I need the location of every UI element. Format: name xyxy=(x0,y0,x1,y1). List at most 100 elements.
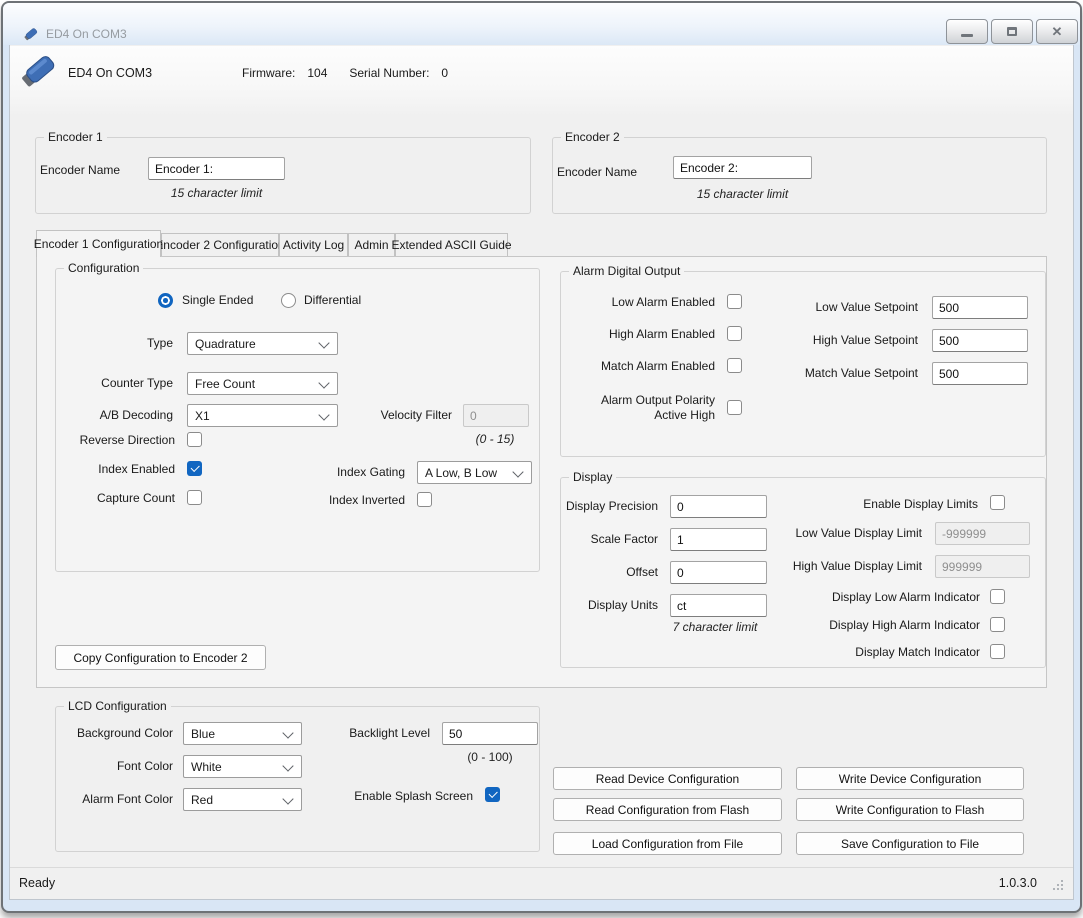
title-bar[interactable]: ED4 On COM3 xyxy=(3,3,1080,45)
close-button[interactable]: ✕ xyxy=(1036,19,1078,44)
low-setpoint-input[interactable] xyxy=(932,296,1028,319)
counter-type-value: Free Count xyxy=(195,377,255,391)
index-gating-value: A Low, B Low xyxy=(425,466,497,480)
velocity-filter-input xyxy=(463,404,529,427)
display-precision-label: Display Precision xyxy=(560,499,658,514)
tab-admin[interactable]: Admin xyxy=(348,233,395,256)
alarm-font-color-value: Red xyxy=(191,793,213,807)
write-device-configuration-button[interactable]: Write Device Configuration xyxy=(796,767,1024,790)
single-ended-label: Single Ended xyxy=(182,293,253,308)
index-gating-label: Index Gating xyxy=(310,465,405,480)
minimize-icon xyxy=(961,34,973,37)
encoder1-limit-note: 15 character limit xyxy=(148,186,285,200)
display-low-indicator-checkbox[interactable] xyxy=(990,589,1005,604)
display-high-indicator-label: Display High Alarm Indicator xyxy=(800,618,980,633)
capture-count-checkbox[interactable] xyxy=(187,490,202,505)
lcd-configuration-group-title: LCD Configuration xyxy=(64,699,171,714)
chevron-down-icon xyxy=(512,466,523,477)
encoder2-name-input[interactable] xyxy=(673,156,812,179)
minimize-button[interactable] xyxy=(946,19,988,44)
save-configuration-to-file-button[interactable]: Save Configuration to File xyxy=(796,832,1024,855)
header xyxy=(10,46,1073,116)
velocity-filter-label: Velocity Filter xyxy=(340,408,452,423)
low-setpoint-label: Low Value Setpoint xyxy=(770,300,918,315)
counter-type-select[interactable]: Free Count xyxy=(187,372,338,395)
type-select[interactable]: Quadrature xyxy=(187,332,338,355)
ab-decoding-value: X1 xyxy=(195,409,210,423)
display-low-indicator-label: Display Low Alarm Indicator xyxy=(800,590,980,605)
display-units-input[interactable] xyxy=(670,594,767,617)
match-setpoint-label: Match Value Setpoint xyxy=(770,366,918,381)
firmware-label: Firmware: xyxy=(242,66,295,80)
high-display-limit-input xyxy=(935,555,1030,578)
device-icon xyxy=(20,52,58,90)
offset-input[interactable] xyxy=(670,561,767,584)
font-color-label: Font Color xyxy=(60,759,173,774)
tab-encoder1-configuration[interactable]: Encoder 1 Configuration xyxy=(36,230,161,257)
enable-splash-checkbox[interactable] xyxy=(485,787,500,802)
serial-label: Serial Number: xyxy=(349,66,429,80)
status-bar: Ready 1.0.3.0 xyxy=(10,867,1073,899)
backlight-level-input[interactable] xyxy=(442,722,538,745)
chevron-down-icon xyxy=(282,760,293,771)
reverse-direction-checkbox[interactable] xyxy=(187,432,202,447)
firmware-value: 104 xyxy=(307,66,327,80)
tab-activity-log[interactable]: Activity Log xyxy=(279,233,348,256)
scale-factor-input[interactable] xyxy=(670,528,767,551)
display-precision-input[interactable] xyxy=(670,495,767,518)
display-match-indicator-label: Display Match Indicator xyxy=(800,645,980,660)
alarm-polarity-label: Alarm Output PolarityActive High xyxy=(570,393,715,423)
window-title: ED4 On COM3 xyxy=(46,27,127,41)
display-units-note: 7 character limit xyxy=(660,620,770,634)
alarm-polarity-checkbox[interactable] xyxy=(727,400,742,415)
type-value: Quadrature xyxy=(195,337,256,351)
match-alarm-enabled-label: Match Alarm Enabled xyxy=(570,359,715,374)
copy-configuration-button[interactable]: Copy Configuration to Encoder 2 xyxy=(55,645,266,670)
differential-radio[interactable] xyxy=(281,293,296,308)
background-color-value: Blue xyxy=(191,727,215,741)
encoder2-name-label: Encoder Name xyxy=(557,165,637,180)
backlight-level-label: Backlight Level xyxy=(330,726,430,741)
encoder2-limit-note: 15 character limit xyxy=(673,187,812,201)
low-display-limit-input xyxy=(935,522,1030,545)
enable-splash-label: Enable Splash Screen xyxy=(340,789,473,804)
high-setpoint-label: High Value Setpoint xyxy=(770,333,918,348)
load-configuration-from-file-button[interactable]: Load Configuration from File xyxy=(553,832,782,855)
version-text: 1.0.3.0 xyxy=(999,876,1037,890)
alarm-font-color-select[interactable]: Red xyxy=(183,788,302,811)
counter-type-label: Counter Type xyxy=(60,376,173,391)
scale-factor-label: Scale Factor xyxy=(560,532,658,547)
write-configuration-to-flash-button[interactable]: Write Configuration to Flash xyxy=(796,798,1024,821)
single-ended-radio[interactable] xyxy=(158,293,173,308)
display-match-indicator-checkbox[interactable] xyxy=(990,644,1005,659)
match-setpoint-input[interactable] xyxy=(932,362,1028,385)
high-alarm-enabled-checkbox[interactable] xyxy=(727,326,742,341)
high-display-limit-label: High Value Display Limit xyxy=(770,559,922,574)
ab-decoding-label: A/B Decoding xyxy=(60,408,173,423)
enable-display-limits-checkbox[interactable] xyxy=(990,495,1005,510)
tab-encoder2-configuration[interactable]: Encoder 2 Configuration xyxy=(161,233,279,256)
index-inverted-checkbox[interactable] xyxy=(417,492,432,507)
low-alarm-enabled-checkbox[interactable] xyxy=(727,294,742,309)
encoder2-group-title: Encoder 2 xyxy=(561,130,624,145)
ab-decoding-select[interactable]: X1 xyxy=(187,404,338,427)
low-display-limit-label: Low Value Display Limit xyxy=(770,526,922,541)
maximize-button[interactable] xyxy=(991,19,1033,44)
high-setpoint-input[interactable] xyxy=(932,329,1028,352)
close-icon: ✕ xyxy=(1052,25,1063,38)
differential-label: Differential xyxy=(304,293,361,308)
index-gating-select[interactable]: A Low, B Low xyxy=(417,461,532,484)
encoder1-name-input[interactable] xyxy=(148,157,285,180)
offset-label: Offset xyxy=(560,565,658,580)
read-device-configuration-button[interactable]: Read Device Configuration xyxy=(553,767,782,790)
tab-extended-ascii-guide[interactable]: Extended ASCII Guide xyxy=(395,233,508,256)
resize-grip-icon[interactable] xyxy=(1051,880,1063,892)
chevron-down-icon xyxy=(282,793,293,804)
background-color-select[interactable]: Blue xyxy=(183,722,302,745)
chevron-down-icon xyxy=(282,727,293,738)
index-enabled-checkbox[interactable] xyxy=(187,461,202,476)
display-high-indicator-checkbox[interactable] xyxy=(990,617,1005,632)
font-color-select[interactable]: White xyxy=(183,755,302,778)
read-configuration-from-flash-button[interactable]: Read Configuration from Flash xyxy=(553,798,782,821)
match-alarm-enabled-checkbox[interactable] xyxy=(727,358,742,373)
